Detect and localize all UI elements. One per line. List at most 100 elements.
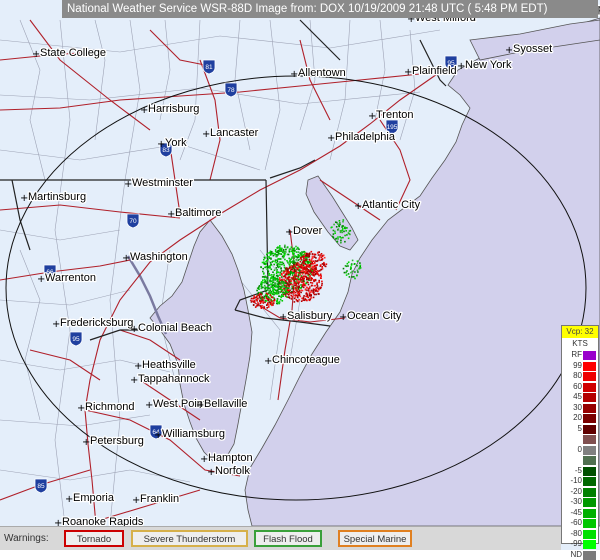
echo-pixel (257, 298, 259, 300)
legend-value: 80 (573, 371, 582, 382)
echo-pixel (283, 263, 285, 265)
echo-pixel (317, 291, 319, 293)
echo-pixel (271, 274, 273, 276)
echo-pixel (357, 270, 359, 272)
legend-row: RF (562, 350, 598, 361)
echo-pixel (308, 273, 310, 275)
echo-pixel (303, 262, 305, 264)
warning-special-marine-button[interactable]: Special Marine (338, 530, 412, 547)
legend-swatch (583, 414, 596, 423)
echo-pixel (258, 303, 260, 305)
legend-value: -45 (570, 508, 582, 519)
echo-pixel (342, 230, 344, 232)
echo-pixel (262, 296, 264, 298)
echo-pixel (266, 307, 268, 309)
echo-pixel (309, 252, 311, 254)
echo-pixel (258, 288, 260, 290)
legend-swatch (583, 488, 596, 497)
legend-units: KTS (562, 338, 598, 350)
echo-pixel (303, 280, 305, 282)
echo-pixel (277, 303, 279, 305)
echo-pixel (271, 302, 273, 304)
legend-row: 20 (562, 413, 598, 424)
echo-pixel (271, 269, 273, 271)
legend-swatch (583, 435, 596, 444)
echo-pixel (279, 245, 281, 247)
echo-pixel (275, 250, 277, 252)
echo-pixel (344, 227, 346, 229)
echo-pixel (354, 278, 356, 280)
warnings-bar: Warnings: Tornado Severe Thunderstorm Fl… (0, 526, 561, 550)
echo-pixel (294, 282, 296, 284)
echo-pixel (356, 275, 358, 277)
echo-pixel (323, 262, 325, 264)
echo-pixel (262, 305, 264, 307)
echo-pixel (301, 282, 303, 284)
echo-pixel (302, 286, 304, 288)
echo-pixel (268, 306, 270, 308)
echo-pixel (298, 287, 300, 289)
echo-pixel (280, 291, 282, 293)
echo-pixel (292, 291, 294, 293)
echo-pixel (272, 271, 274, 273)
image-title: National Weather Service WSR-88D Image f… (62, 0, 598, 18)
echo-pixel (318, 289, 320, 291)
echo-pixel (303, 277, 305, 279)
echo-pixel (306, 290, 308, 292)
echo-pixel (283, 272, 285, 274)
echo-pixel (316, 271, 318, 273)
city-label: Washington (130, 251, 188, 263)
echo-pixel (295, 292, 297, 294)
echo-pixel (354, 263, 356, 265)
warning-tornado-button[interactable]: Tornado (64, 530, 124, 547)
echo-pixel (312, 266, 314, 268)
echo-pixel (308, 297, 310, 299)
legend-value: -60 (570, 518, 582, 529)
svg-text:70: 70 (129, 218, 137, 225)
echo-pixel (306, 279, 308, 281)
legend-swatch (583, 372, 596, 381)
echo-pixel (293, 280, 295, 282)
echo-pixel (342, 228, 344, 230)
echo-pixel (287, 287, 289, 289)
echo-pixel (270, 262, 272, 264)
legend-value: 45 (573, 392, 582, 403)
echo-pixel (358, 268, 360, 270)
legend-row: 99 (562, 361, 598, 372)
echo-pixel (350, 230, 352, 232)
echo-pixel (290, 259, 292, 261)
interstate-shield: 85 (35, 479, 47, 493)
echo-pixel (280, 286, 282, 288)
warning-severe-thunderstorm-button[interactable]: Severe Thunderstorm (131, 530, 248, 547)
echo-pixel (335, 238, 337, 240)
echo-pixel (273, 255, 275, 257)
echo-pixel (256, 290, 258, 292)
echo-pixel (263, 276, 265, 278)
echo-pixel (318, 287, 320, 289)
echo-pixel (318, 254, 320, 256)
echo-pixel (305, 276, 307, 278)
echo-pixel (262, 281, 264, 283)
echo-pixel (316, 284, 318, 286)
echo-pixel (279, 274, 281, 276)
echo-pixel (318, 259, 320, 261)
echo-pixel (298, 259, 300, 261)
radar-viewer: 817895195837066956485 +Bridgeport+West M… (0, 0, 600, 550)
echo-pixel (293, 248, 295, 250)
echo-pixel (321, 253, 323, 255)
echo-pixel (278, 258, 280, 260)
echo-pixel (291, 246, 293, 248)
echo-pixel (309, 255, 311, 257)
echo-pixel (268, 285, 270, 287)
echo-pixel (321, 281, 323, 283)
echo-pixel (311, 285, 313, 287)
echo-pixel (288, 294, 290, 296)
echo-pixel (289, 289, 291, 291)
echo-pixel (311, 261, 313, 263)
echo-pixel (282, 295, 284, 297)
echo-pixel (303, 265, 305, 267)
echo-pixel (339, 222, 341, 224)
warning-flash-flood-button[interactable]: Flash Flood (254, 530, 322, 547)
echo-pixel (290, 265, 292, 267)
legend-swatch (583, 404, 596, 413)
